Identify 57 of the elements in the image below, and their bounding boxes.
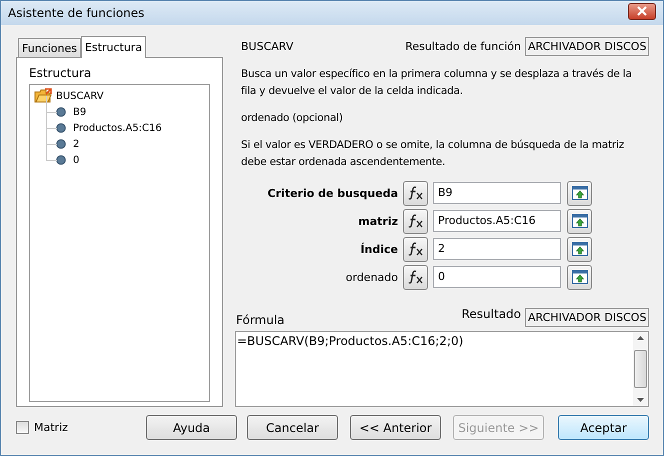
function-button[interactable]	[403, 264, 428, 290]
checkbox-label: Matriz	[34, 421, 68, 434]
function-button[interactable]	[403, 236, 428, 262]
tab[interactable]: Funciones	[18, 38, 81, 57]
result-field: ARCHIVADOR DISCOS	[525, 308, 649, 328]
close-icon	[636, 6, 648, 16]
scrollbar-thumb[interactable]	[634, 350, 647, 388]
function-button[interactable]	[403, 208, 428, 234]
dialog-button[interactable]: << Anterior	[350, 415, 441, 440]
dot-icon	[56, 139, 66, 149]
argument-label: Criterio de busqueda	[266, 186, 398, 200]
argument-label: matriz	[357, 214, 398, 228]
result-label: Resultado	[462, 307, 521, 322]
tree-item[interactable]: BUSCARV	[56, 90, 104, 102]
formula-text: =BUSCARV(B9;Productos.A5:C16;2;0)	[236, 333, 464, 350]
dot-icon	[56, 107, 66, 117]
dot-icon	[56, 123, 66, 133]
argument-field[interactable]: 0	[433, 266, 561, 288]
function-icon	[408, 270, 424, 284]
argument-description: Si el valor es VERDADERO o se omite, la columna de búsqueda de la matriz debe estar ordenada ascendentemente.	[241, 138, 626, 170]
checkbox[interactable]	[16, 421, 29, 434]
function-icon	[408, 242, 424, 256]
down-arrow-icon	[637, 398, 644, 402]
shrink-button[interactable]	[567, 236, 592, 262]
dialog-button[interactable]: Ayuda	[146, 415, 237, 440]
close-button[interactable]	[628, 2, 656, 20]
scrollbar[interactable]	[633, 332, 648, 406]
shrink-button[interactable]	[567, 208, 592, 234]
formula-label: Fórmula	[236, 313, 286, 328]
structure-label: Estructura	[29, 66, 92, 80]
result-label: Resultado de función	[405, 40, 521, 53]
argument-field[interactable]: Productos.A5:C16	[433, 210, 561, 232]
up-arrow-icon	[637, 336, 644, 340]
function-icon	[408, 214, 424, 228]
tree-item[interactable]: 2	[73, 138, 80, 150]
tab[interactable]: Estructura	[80, 36, 146, 58]
function-result-field: ARCHIVADOR DISCOS	[525, 36, 649, 56]
function-description: Busca un valor específico en la primera columna y se desplaza a través de la fila y devuelve el valor de la celda indicada.	[241, 67, 633, 100]
argument-field[interactable]: B9	[433, 182, 561, 204]
argument-title: ordenado (opcional)	[241, 111, 344, 126]
argument-label: ordenado	[344, 270, 398, 284]
dot-icon	[56, 155, 66, 165]
tree-item[interactable]: Productos.A5:C16	[73, 122, 162, 134]
dialog-button[interactable]: Cancelar	[247, 415, 338, 440]
tree-item[interactable]: 0	[73, 154, 80, 166]
formula-field[interactable]: =BUSCARV(B9;Productos.A5:C16;2;0)	[235, 331, 649, 407]
shrink-button[interactable]	[567, 264, 592, 290]
folder-icon	[34, 88, 52, 104]
tree-item[interactable]: B9	[73, 106, 86, 118]
dialog-button[interactable]: Aceptar	[558, 415, 649, 440]
argument-field[interactable]: 2	[433, 238, 561, 260]
window-title: Asistente de funciones	[8, 6, 144, 20]
function-button[interactable]	[403, 180, 428, 206]
shrink-button[interactable]	[567, 180, 592, 206]
argument-label: Índice	[359, 242, 398, 256]
function-icon	[408, 186, 424, 200]
function-name: BUSCARV	[241, 40, 294, 53]
